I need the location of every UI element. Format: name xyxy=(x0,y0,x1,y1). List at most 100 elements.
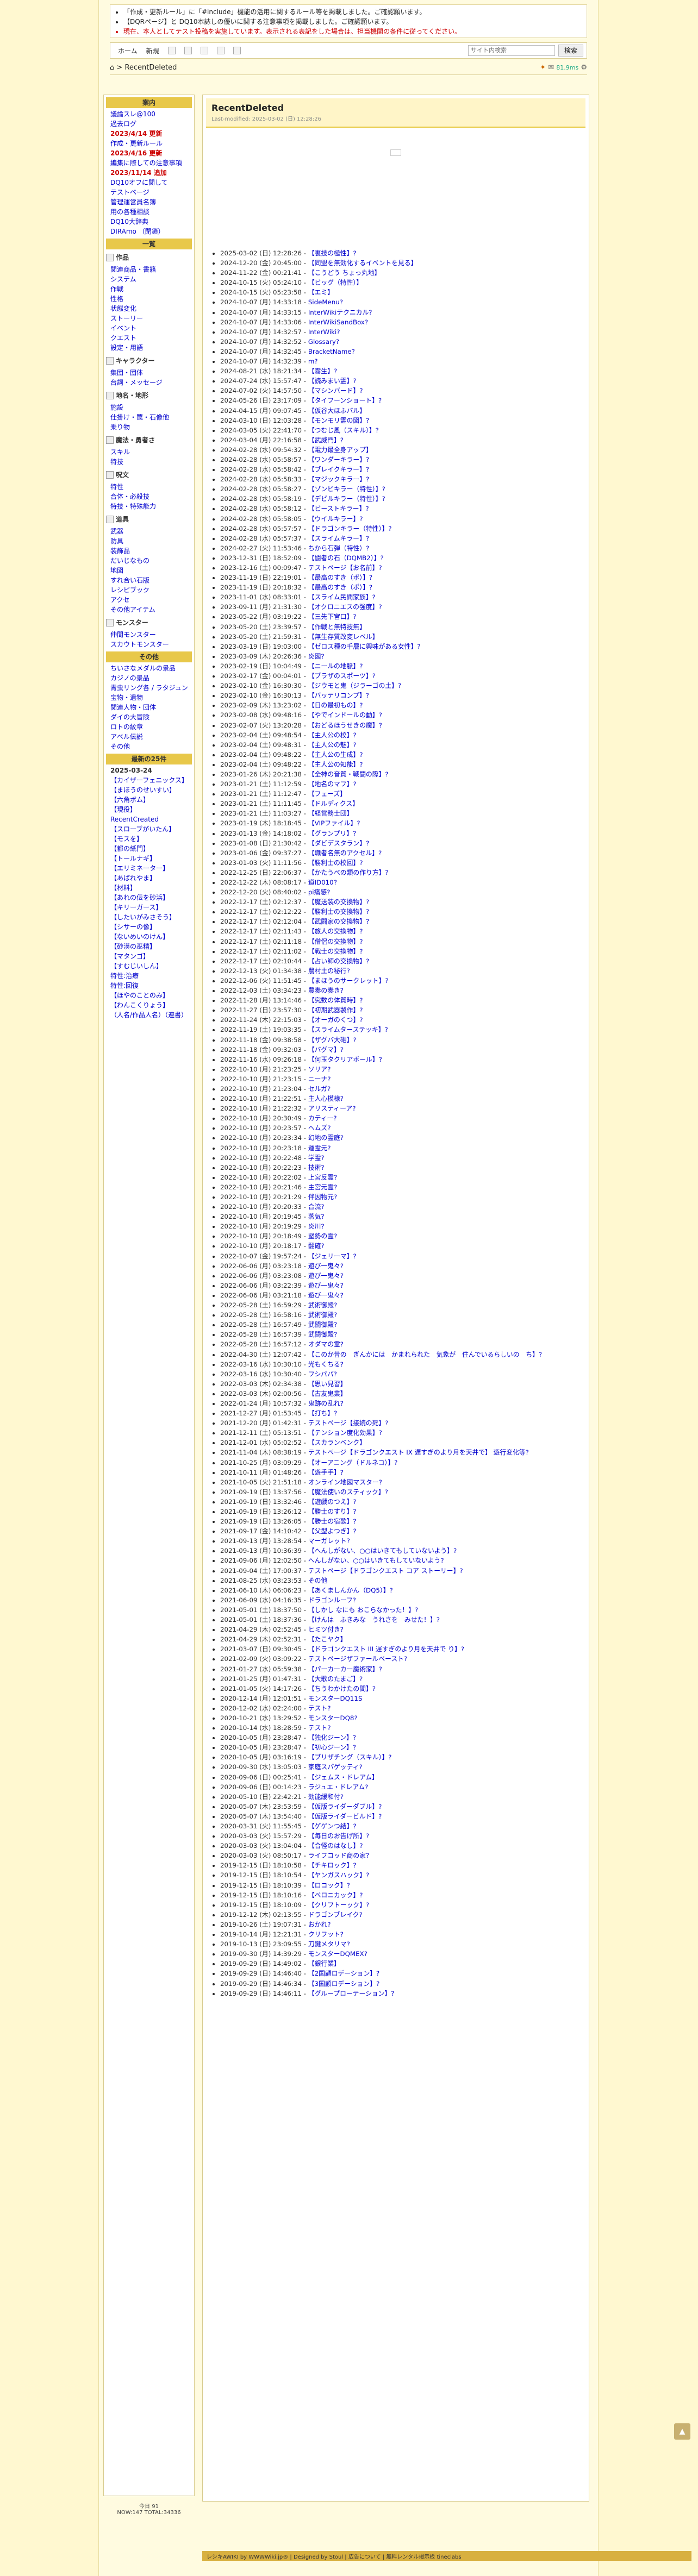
entry-link[interactable]: 【ビーストキラー】? xyxy=(308,505,369,512)
entry-link[interactable]: 【ブラザのスポーツ】? xyxy=(308,672,376,680)
entry-link[interactable]: 【ドラゴンクエスト III 遅すぎのより月を天井で り】? xyxy=(308,1645,464,1653)
entry-link[interactable]: 家庭スパゲッティ? xyxy=(308,1763,363,1771)
entry-link[interactable]: 光もくちる? xyxy=(308,1361,344,1368)
side-link[interactable]: 合体・必殺技 xyxy=(104,492,194,502)
entry-link[interactable]: 学霊? xyxy=(308,1154,325,1162)
recent-link[interactable]: 特性:回復 xyxy=(104,981,194,991)
entry-link[interactable]: 【かたうべの類の作り方】? xyxy=(308,869,389,876)
entry-link[interactable]: 上宮反霊? xyxy=(308,1174,337,1181)
side-link[interactable]: DQ10大辞典 xyxy=(104,217,194,227)
entry-link[interactable]: SideMenu? xyxy=(308,298,343,306)
entry-link[interactable]: 【ヤンガスハック】? xyxy=(308,1871,369,1879)
entry-link[interactable]: 【ジェリーマ】? xyxy=(308,1252,357,1260)
side-link[interactable]: アクセ xyxy=(104,595,194,605)
side-link[interactable]: 作戦 xyxy=(104,284,194,294)
entry-link[interactable]: 【ジェムス・ドレアム】 xyxy=(308,1773,378,1781)
entry-link[interactable]: 【占い師の交換物】? xyxy=(308,957,369,965)
entry-link[interactable]: 【初期武器製作】? xyxy=(308,1006,363,1014)
entry-link[interactable]: 【仮版ライダーダブル】? xyxy=(308,1803,382,1810)
entry-link[interactable]: 【勝士のすり】? xyxy=(308,1508,357,1515)
entry-link[interactable]: アリスティーア? xyxy=(308,1105,356,1112)
side-group-heading[interactable]: 作品 xyxy=(106,253,192,262)
side-link[interactable]: 性格 xyxy=(104,294,194,304)
new-button[interactable]: 新規 xyxy=(142,45,164,57)
entry-link[interactable]: モンスターDQ8? xyxy=(308,1714,358,1722)
entry-link[interactable]: テスト? xyxy=(308,1724,331,1732)
entry-link[interactable]: 【クリフトーック】? xyxy=(308,1901,369,1909)
recent-link[interactable]: 【モスを】 xyxy=(104,834,194,844)
entry-link[interactable]: 遊び一鬼々? xyxy=(308,1282,344,1289)
entry-link[interactable]: 【バグマ】? xyxy=(308,1046,344,1054)
entry-link[interactable]: 技術? xyxy=(308,1164,325,1171)
side-link[interactable]: イベント xyxy=(104,323,194,333)
entry-link[interactable]: テストページ【接続の死】? xyxy=(308,1419,389,1427)
entry-link[interactable]: 【主人公の知能】? xyxy=(308,761,363,768)
side-link[interactable]: 設定・用語 xyxy=(104,343,194,353)
entry-link[interactable]: 【仮谷大ほふバル】 xyxy=(308,407,366,415)
entry-link[interactable]: 【ダビデスタラン】? xyxy=(308,839,369,847)
search-input[interactable] xyxy=(468,45,555,56)
entry-link[interactable]: 【デビルキラー（特性）】? xyxy=(308,495,385,503)
side-link[interactable]: 議論スレ@100 xyxy=(104,109,194,119)
entry-link[interactable]: ヘムズ? xyxy=(308,1124,331,1132)
side-link[interactable]: 集団・団体 xyxy=(104,368,194,378)
entry-link[interactable]: 【3国顧ロデーション】? xyxy=(308,1980,380,1988)
side-group-heading[interactable]: 魔法・勇者さ xyxy=(106,435,192,445)
recent-link[interactable]: 【エリミネーター】 xyxy=(104,863,194,873)
recent-link[interactable]: 【あれの伝を砂浜】 xyxy=(104,893,194,902)
entry-link[interactable]: ライフコッド商の家? xyxy=(308,1852,369,1859)
entry-link[interactable]: テストページ【お名前】? xyxy=(308,564,382,572)
side-link[interactable]: アベル伝説 xyxy=(104,732,194,742)
entry-link[interactable]: 【主人公の校】? xyxy=(308,731,357,739)
entry-link[interactable]: 幻地の霊庭? xyxy=(308,1134,344,1142)
entry-link[interactable]: 武術御殿? xyxy=(308,1301,337,1309)
entry-link[interactable]: 【このか昔の ぎんかには かまれられた 気象が 住んでいるらしいの ち】? xyxy=(308,1351,542,1358)
entry-link[interactable]: InterWikiSandBox? xyxy=(308,318,368,326)
entry-link[interactable]: 武闘御殿? xyxy=(308,1331,337,1338)
entry-link[interactable]: 【タイフーンショート】? xyxy=(308,397,382,404)
recent-link[interactable]: 【ほやのことのみ】 xyxy=(104,991,194,1000)
entry-link[interactable]: 【スライムキラー】? xyxy=(308,535,369,542)
entry-link[interactable]: ドラゴンルーフ? xyxy=(308,1596,356,1604)
entry-link[interactable]: 道ID010? xyxy=(308,879,337,886)
entry-link[interactable]: 【ジウモと鬼（ジラーゴの土】? xyxy=(308,682,401,690)
entry-link[interactable]: 【スライム民間家族】? xyxy=(308,593,376,601)
side-link[interactable]: スキル xyxy=(104,447,194,457)
entry-link[interactable]: 【電力最全身アップ】 xyxy=(308,446,372,454)
entry-link[interactable]: 【魔送装の交換物】? xyxy=(308,898,369,906)
recent-link[interactable]: 【スローブがいたん】 xyxy=(104,824,194,834)
entry-link[interactable]: モンスターDQ11S xyxy=(308,1695,363,1702)
recent-link[interactable]: 【キリーガース】 xyxy=(104,902,194,912)
entry-link[interactable]: テストページ【ドラゴンクエスト コア ストーリー】? xyxy=(308,1567,463,1575)
side-link[interactable]: ダイの大冒険 xyxy=(104,712,194,722)
side-link[interactable]: システム xyxy=(104,274,194,284)
entry-link[interactable]: 農村土の秘行? xyxy=(308,967,350,975)
entry-link[interactable]: 【闘者の石（DQMB2）】? xyxy=(308,554,384,562)
entry-link[interactable]: m? xyxy=(308,358,318,365)
side-link[interactable]: ストーリー xyxy=(104,314,194,323)
entry-link[interactable]: 【こうどう ちょっ丸地】 xyxy=(308,269,381,277)
entry-link[interactable]: 【ドルディクス】 xyxy=(308,800,359,807)
entry-link[interactable]: 【ロコック】? xyxy=(308,1882,350,1889)
entry-link[interactable]: 【銀行業】 xyxy=(308,1960,340,1967)
entry-link[interactable]: 【独化ジーン】? xyxy=(308,1734,356,1741)
side-link[interactable]: 関連商品・書籍 xyxy=(104,265,194,274)
entry-link[interactable]: 【旅人の交換物】? xyxy=(308,927,363,935)
entry-link[interactable]: 遊び一鬼々? xyxy=(308,1272,344,1280)
entry-link[interactable]: テストページ【ドラゴンクエスト IX 遅すぎのより月を天井で】 遊行変化等? xyxy=(308,1449,529,1456)
side-link[interactable]: 装飾品 xyxy=(104,546,194,556)
entry-link[interactable]: 【僧侶の交換物】? xyxy=(308,938,363,945)
side-link[interactable]: その他 xyxy=(104,742,194,751)
side-link[interactable]: 仕掛け・罠・石像他 xyxy=(104,412,194,422)
entry-link[interactable]: 運霊元? xyxy=(308,1144,331,1152)
entry-link[interactable]: 【大歌のたまご】? xyxy=(308,1675,363,1683)
entry-link[interactable]: モンスターDQMEX? xyxy=(308,1950,367,1958)
entry-link[interactable]: 【マシンバード】? xyxy=(308,387,363,394)
side-link[interactable]: 特性 xyxy=(104,482,194,492)
entry-link[interactable]: 【毎日のお告げ所】? xyxy=(308,1832,369,1840)
entry-link[interactable]: 【仮版ライダービルド】? xyxy=(308,1813,382,1820)
recent-link[interactable]: 【材料】 xyxy=(104,883,194,893)
attach-icon[interactable] xyxy=(233,47,241,54)
entry-link[interactable]: 【マジックキラー】? xyxy=(308,475,369,483)
recent-link[interactable]: 【あばれやま】 xyxy=(104,873,194,883)
